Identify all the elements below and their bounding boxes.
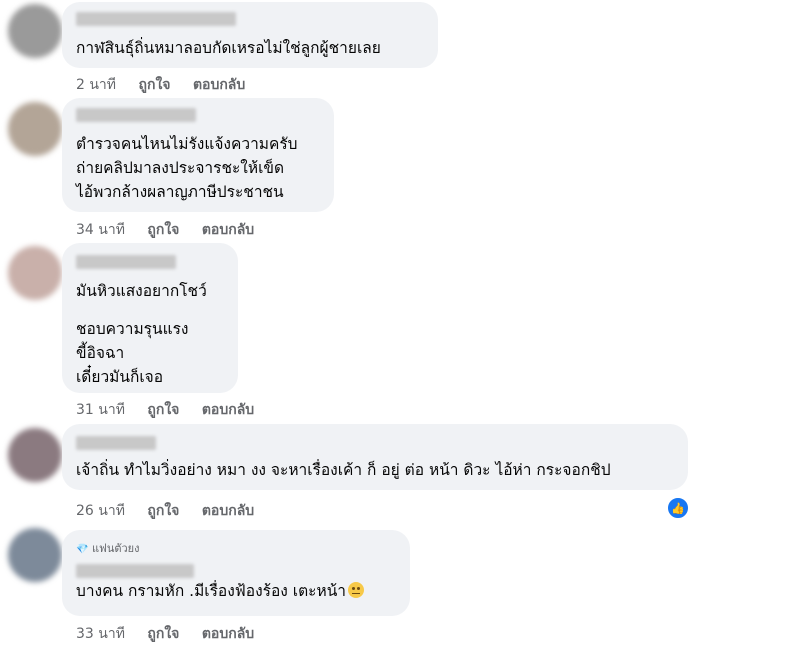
- reply-button[interactable]: ตอบกลับ: [202, 402, 254, 418]
- comment-time[interactable]: 34 นาที: [76, 222, 125, 238]
- fan-badge: 💎 แฟนตัวยง: [76, 542, 396, 557]
- comment-text-line: เดี๋ยวมันก็เจอ: [76, 368, 164, 386]
- commenter-name[interactable]: [76, 564, 194, 578]
- comment-meta: 2 นาที ถูกใจ ตอบกลับ: [76, 74, 263, 96]
- comment-text-line: ไอ้พวกล้างผลาญภาษีประชาชน: [76, 183, 284, 201]
- comment-bubble: เจ้าถิ่น ทำไมวิ่งอย่าง หมา งง จะหาเรื่อง…: [62, 424, 688, 490]
- fan-badge-label: แฟนตัวยง: [91, 542, 140, 555]
- avatar[interactable]: [8, 528, 62, 582]
- comment-text-line: ขี้อิจฉา: [76, 344, 125, 362]
- comment-meta: 31 นาที ถูกใจ ตอบกลับ: [76, 399, 272, 421]
- reply-button[interactable]: ตอบกลับ: [193, 77, 245, 93]
- comment-bubble: 💎 แฟนตัวยง บางคน กรามหัก .มีเรื่องฟ้องร้…: [62, 530, 410, 616]
- avatar[interactable]: [8, 246, 62, 300]
- comment-time[interactable]: 31 นาที: [76, 402, 125, 418]
- comment-text-line: ตำรวจคนไหนไม่รังแจ้งความครับ: [76, 135, 298, 153]
- comment-bubble: ตำรวจคนไหนไม่รังแจ้งความครับ ถ่ายคลิปมาล…: [62, 98, 334, 212]
- avatar[interactable]: [8, 4, 62, 58]
- avatar[interactable]: [8, 102, 62, 156]
- reply-button[interactable]: ตอบกลับ: [202, 503, 254, 519]
- comment-time[interactable]: 33 นาที: [76, 626, 125, 642]
- comment-bubble: กาฬสินธุ์ถิ่นหมาลอบกัดเหรอไม่ใช่ลูกผู้ชา…: [62, 2, 438, 68]
- like-button[interactable]: ถูกใจ: [147, 626, 179, 642]
- comment-text-line: ถ่ายคลิปมาลงประจารชะให้เข็ด: [76, 159, 285, 177]
- comment-text-content: บางคน กรามหัก .มีเรื่องฟ้องร้อง เตะหน้า: [76, 582, 346, 600]
- reply-button[interactable]: ตอบกลับ: [202, 222, 254, 238]
- comment-text-line: มันหิวแสงอยากโชว์: [76, 282, 207, 300]
- comment-text-line: ชอบความรุนแรง: [76, 320, 189, 338]
- commenter-name[interactable]: [76, 255, 176, 269]
- like-button[interactable]: ถูกใจ: [147, 222, 179, 238]
- avatar[interactable]: [8, 428, 62, 482]
- neutral-face-icon: [348, 582, 364, 598]
- reply-button[interactable]: ตอบกลับ: [202, 626, 254, 642]
- diamond-icon: 💎: [76, 544, 89, 555]
- like-button[interactable]: ถูกใจ: [147, 402, 179, 418]
- comment-time[interactable]: 2 นาที: [76, 77, 116, 93]
- commenter-name[interactable]: [76, 108, 196, 122]
- commenter-name[interactable]: [76, 436, 156, 450]
- comment-text: เจ้าถิ่น ทำไมวิ่งอย่าง หมา งง จะหาเรื่อง…: [76, 461, 611, 479]
- like-button[interactable]: ถูกใจ: [147, 503, 179, 519]
- commenter-name[interactable]: [76, 12, 236, 26]
- comment-time[interactable]: 26 นาที: [76, 503, 125, 519]
- comment-text: กาฬสินธุ์ถิ่นหมาลอบกัดเหรอไม่ใช่ลูกผู้ชา…: [76, 39, 381, 57]
- comment-text: บางคน กรามหัก .มีเรื่องฟ้องร้อง เตะหน้า: [76, 579, 396, 603]
- like-icon[interactable]: 👍: [666, 496, 690, 520]
- comment-meta: 34 นาที ถูกใจ ตอบกลับ: [76, 219, 272, 241]
- comment-meta: 33 นาที ถูกใจ ตอบกลับ: [76, 623, 272, 645]
- comment-bubble: มันหิวแสงอยากโชว์ ชอบความรุนแรง ขี้อิจฉา…: [62, 243, 238, 393]
- like-button[interactable]: ถูกใจ: [138, 77, 170, 93]
- comment-meta: 26 นาที ถูกใจ ตอบกลับ: [76, 500, 272, 522]
